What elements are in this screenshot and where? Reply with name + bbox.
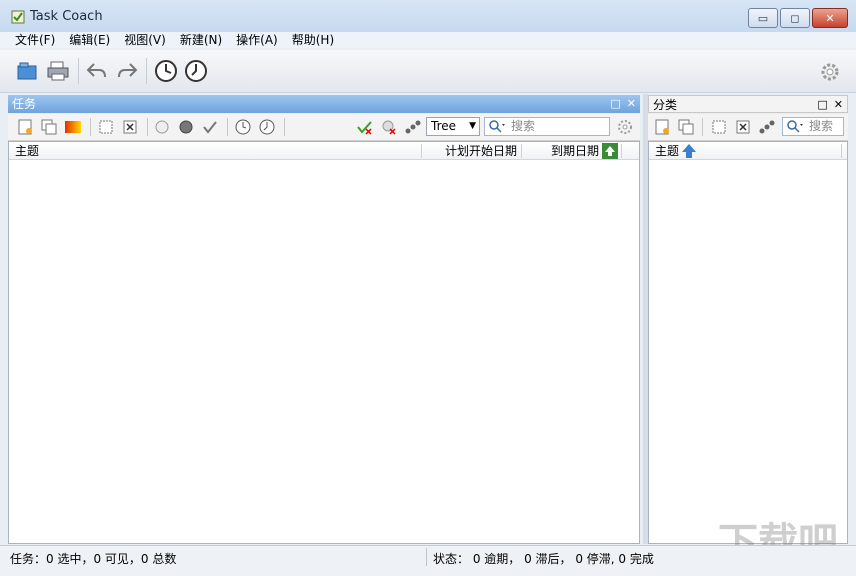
view-mode-value: Tree — [431, 119, 457, 133]
hide-inactive-icon[interactable] — [381, 119, 397, 135]
tasks-panel-toolbar: Tree ▼ 搜索 — [8, 114, 640, 141]
title-bar: Task Coach ▭ ◻ ✕ — [0, 0, 856, 33]
menu-edit[interactable]: 编辑(E) — [62, 32, 117, 48]
panel-close-icon[interactable]: ✕ — [627, 95, 636, 113]
mark-complete-icon[interactable] — [202, 119, 218, 135]
categories-panel-toolbar: 搜索 — [648, 114, 848, 141]
tasks-search-placeholder: 搜索 — [511, 119, 536, 133]
categories-list[interactable]: 主题 — [648, 141, 848, 544]
new-subtask-icon[interactable] — [41, 119, 57, 135]
settings-gear-icon[interactable] — [816, 58, 844, 86]
delete-category-icon[interactable] — [735, 119, 751, 135]
chevron-down-icon: ▼ — [469, 121, 476, 131]
categories-column-header: 主题 — [649, 142, 847, 160]
menu-new[interactable]: 新建(N) — [173, 32, 229, 48]
open-file-icon[interactable] — [14, 57, 42, 85]
sort-ascending-icon — [681, 143, 697, 161]
color-icon[interactable] — [65, 119, 81, 135]
hide-completed-icon[interactable] — [357, 119, 373, 135]
menu-view[interactable]: 视图(V) — [117, 32, 173, 48]
task-coach-app-icon — [10, 9, 26, 25]
search-icon — [786, 119, 806, 134]
status-bar: 任务：0 选中，0 可见，0 总数 状态： 0 逾期， 0 滞后， 0 停滞, … — [0, 545, 856, 576]
stop-tracking-icon[interactable] — [259, 119, 275, 135]
main-toolbar — [0, 50, 856, 93]
edit-category-icon[interactable] — [711, 119, 727, 135]
categories-panel-title: 分类 — [653, 98, 678, 112]
maximize-button[interactable]: ◻ — [780, 8, 810, 28]
menu-bar: 文件(F) 编辑(E) 视图(V) 新建(N) 操作(A) 帮助(H) — [0, 32, 856, 48]
panel-float-icon[interactable]: □ — [610, 95, 620, 113]
edit-icon[interactable] — [98, 119, 114, 135]
menu-help[interactable]: 帮助(H) — [285, 32, 341, 48]
new-task-icon[interactable] — [17, 119, 33, 135]
stop-timer-icon[interactable] — [182, 57, 210, 85]
maximize-icon: ◻ — [790, 11, 800, 25]
task-count-status: 任务：0 选中，0 可见，0 总数 — [10, 552, 177, 566]
minimize-icon: ▭ — [757, 11, 769, 25]
new-category-icon[interactable] — [654, 119, 670, 135]
print-icon[interactable] — [44, 57, 72, 85]
menu-file[interactable]: 文件(F) — [8, 32, 62, 48]
search-icon — [488, 119, 508, 134]
tasks-list[interactable]: 主题 计划开始日期 到期日期 — [8, 141, 640, 544]
delete-icon[interactable] — [122, 119, 138, 135]
categories-search-placeholder: 搜索 — [809, 119, 834, 133]
window-title: Task Coach — [30, 9, 103, 24]
categories-panel-header: 分类 □ ✕ — [648, 95, 848, 113]
panel-close-icon[interactable]: ✕ — [834, 96, 843, 114]
task-state-status: 状态： 0 逾期， 0 滞后， 0 停滞, 0 完成 — [433, 552, 654, 566]
close-button[interactable]: ✕ — [812, 8, 848, 28]
new-subcategory-icon[interactable] — [678, 119, 694, 135]
search-options-gear-icon[interactable] — [617, 119, 633, 135]
column-due-date[interactable]: 到期日期 — [551, 142, 599, 160]
categories-search-input[interactable]: 搜索 — [782, 117, 844, 136]
tasks-panel-header: 任务 □ ✕ — [8, 95, 640, 113]
mark-inactive-icon[interactable] — [154, 119, 170, 135]
column-subject[interactable]: 主题 — [655, 142, 679, 160]
sort-ascending-icon — [602, 143, 618, 161]
panel-float-icon[interactable]: □ — [817, 96, 827, 114]
tasks-search-input[interactable]: 搜索 — [484, 117, 610, 136]
tree-view-icon[interactable] — [405, 119, 421, 135]
category-tree-icon[interactable] — [759, 119, 775, 135]
tasks-column-header: 主题 计划开始日期 到期日期 — [9, 142, 639, 160]
close-icon: ✕ — [825, 11, 835, 25]
view-mode-select[interactable]: Tree ▼ — [426, 117, 480, 136]
redo-icon[interactable] — [113, 57, 141, 85]
tasks-panel-title: 任务 — [12, 97, 37, 111]
column-subject[interactable]: 主题 — [15, 142, 39, 160]
minimize-button[interactable]: ▭ — [748, 8, 778, 28]
start-timer-icon[interactable] — [152, 57, 180, 85]
mark-active-icon[interactable] — [178, 119, 194, 135]
menu-actions[interactable]: 操作(A) — [229, 32, 285, 48]
undo-icon[interactable] — [83, 57, 111, 85]
column-planned-start-date[interactable]: 计划开始日期 — [445, 142, 517, 160]
start-tracking-icon[interactable] — [235, 119, 251, 135]
